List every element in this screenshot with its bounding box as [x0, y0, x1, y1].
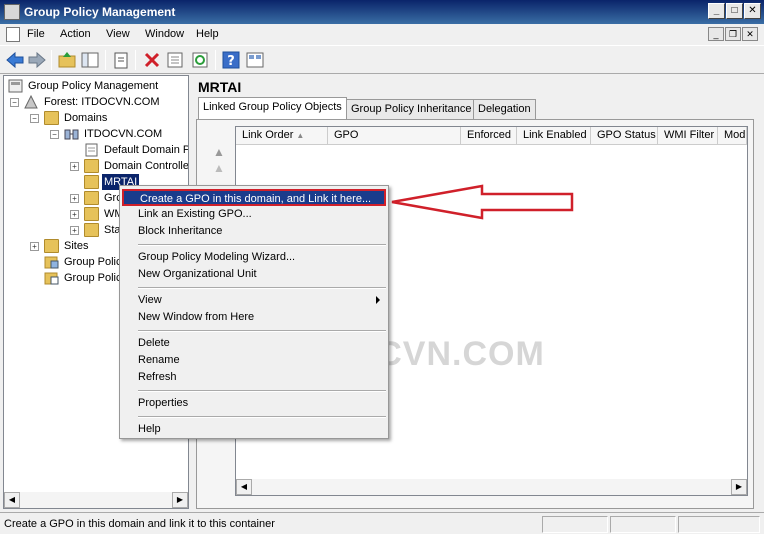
- document-icon: [6, 27, 20, 42]
- submenu-arrow-icon: [376, 296, 380, 304]
- toolbar: ?: [0, 45, 764, 74]
- collapse-forest-toggle[interactable]: −: [10, 98, 19, 107]
- tab-inheritance[interactable]: Group Policy Inheritance: [346, 99, 477, 119]
- tree-horizontal-scrollbar[interactable]: ◀ ▶: [4, 492, 188, 508]
- back-arrow-icon[interactable]: [5, 51, 25, 69]
- sort-ascending-icon: ▲: [296, 131, 305, 140]
- menu-rename[interactable]: Rename: [122, 352, 386, 369]
- child-restore-button[interactable]: ❐: [725, 27, 741, 41]
- menu-file[interactable]: File: [27, 28, 45, 40]
- gpmc-root-icon: [8, 79, 23, 93]
- ou-folder-icon: [84, 175, 99, 189]
- view-icon[interactable]: [245, 51, 265, 69]
- menu-view[interactable]: View: [106, 28, 130, 40]
- title-bar: Group Policy Management _ □ ✕: [0, 0, 764, 24]
- status-panel: [542, 516, 608, 533]
- gpmc-app-icon: [4, 4, 20, 20]
- menu-help[interactable]: Help: [196, 28, 219, 40]
- menu-window[interactable]: Window: [145, 28, 184, 40]
- expand-starter-gpos-toggle[interactable]: +: [70, 226, 79, 235]
- menu-block-inheritance[interactable]: Block Inheritance: [122, 223, 386, 240]
- move-link-top-arrow-icon[interactable]: ▲: [209, 161, 229, 177]
- context-menu: Create a GPO in this domain, and Link it…: [119, 185, 389, 439]
- column-link-enabled[interactable]: Link Enabled: [517, 127, 591, 145]
- delete-icon[interactable]: [142, 51, 162, 69]
- up-folder-icon[interactable]: [57, 51, 77, 69]
- column-gpo[interactable]: GPO: [328, 127, 461, 145]
- menu-new-window[interactable]: New Window from Here: [122, 309, 386, 326]
- svg-text:?: ?: [227, 54, 235, 69]
- annotation-arrow-icon: [391, 184, 574, 220]
- status-text: Create a GPO in this domain and link it …: [4, 518, 275, 530]
- child-minimize-button[interactable]: _: [708, 27, 724, 41]
- tab-delegation[interactable]: Delegation: [473, 99, 536, 119]
- folder-icon: [84, 223, 99, 237]
- gpo-link-icon: [85, 143, 98, 157]
- collapse-domains-toggle[interactable]: −: [30, 114, 39, 123]
- refresh-icon[interactable]: [190, 51, 210, 69]
- scroll-right-arrow-icon[interactable]: ▶: [731, 479, 747, 495]
- folder-icon: [44, 111, 59, 125]
- show-tree-icon[interactable]: [80, 51, 100, 69]
- ou-title: MRTAI: [198, 79, 242, 95]
- clipboard-icon[interactable]: [111, 51, 131, 69]
- properties-icon[interactable]: [165, 51, 185, 69]
- menu-create-gpo-and-link[interactable]: Create a GPO in this domain, and Link it…: [122, 189, 386, 206]
- menu-help[interactable]: Help: [122, 421, 386, 438]
- scroll-left-arrow-icon[interactable]: ◀: [4, 492, 20, 508]
- minimize-button[interactable]: _: [708, 3, 725, 19]
- expand-sites-toggle[interactable]: +: [30, 242, 39, 251]
- menu-properties[interactable]: Properties: [122, 395, 386, 412]
- folder-icon: [84, 207, 99, 221]
- scroll-left-arrow-icon[interactable]: ◀: [236, 479, 252, 495]
- help-icon[interactable]: ?: [221, 51, 241, 69]
- menu-view[interactable]: View: [122, 292, 386, 309]
- folder-icon: [84, 191, 99, 205]
- child-close-button[interactable]: ✕: [742, 27, 758, 41]
- menu-delete[interactable]: Delete: [122, 335, 386, 352]
- expand-domain-controllers-toggle[interactable]: +: [70, 162, 79, 171]
- menu-action[interactable]: Action: [60, 28, 91, 40]
- status-panel: [678, 516, 760, 533]
- move-link-up-arrow-icon[interactable]: ▲: [209, 145, 229, 161]
- expand-wmi-filters-toggle[interactable]: +: [70, 210, 79, 219]
- status-panel: [610, 516, 676, 533]
- column-gpo-status[interactable]: GPO Status: [591, 127, 658, 145]
- list-horizontal-scrollbar[interactable]: ◀ ▶: [236, 479, 747, 495]
- ou-folder-icon: [84, 159, 99, 173]
- forward-arrow-icon[interactable]: [27, 51, 47, 69]
- maximize-button[interactable]: □: [726, 3, 743, 19]
- collapse-domain-toggle[interactable]: −: [50, 130, 59, 139]
- column-enforced[interactable]: Enforced: [461, 127, 517, 145]
- results-icon: [44, 272, 59, 285]
- close-button[interactable]: ✕: [744, 3, 761, 19]
- menu-bar: File Action View Window Help: [0, 24, 764, 45]
- window-title: Group Policy Management: [24, 5, 176, 19]
- status-bar: Create a GPO in this domain and link it …: [0, 512, 764, 534]
- menu-refresh[interactable]: Refresh: [122, 369, 386, 386]
- column-modified[interactable]: Mod: [718, 127, 747, 145]
- menu-link-existing-gpo[interactable]: Link an Existing GPO...: [122, 206, 386, 223]
- modeling-icon: [44, 256, 59, 269]
- tab-linked-gpos[interactable]: Linked Group Policy Objects: [198, 97, 347, 119]
- domain-icon: [64, 129, 79, 140]
- menu-new-ou[interactable]: New Organizational Unit: [122, 266, 386, 283]
- menu-modeling-wizard[interactable]: Group Policy Modeling Wizard...: [122, 249, 386, 266]
- expand-group-policy-objects-toggle[interactable]: +: [70, 194, 79, 203]
- scroll-right-arrow-icon[interactable]: ▶: [172, 492, 188, 508]
- column-link-order[interactable]: Link Order ▲: [236, 127, 328, 145]
- column-wmi-filter[interactable]: WMI Filter: [658, 127, 718, 145]
- folder-icon: [44, 239, 59, 253]
- forest-icon: [24, 95, 38, 109]
